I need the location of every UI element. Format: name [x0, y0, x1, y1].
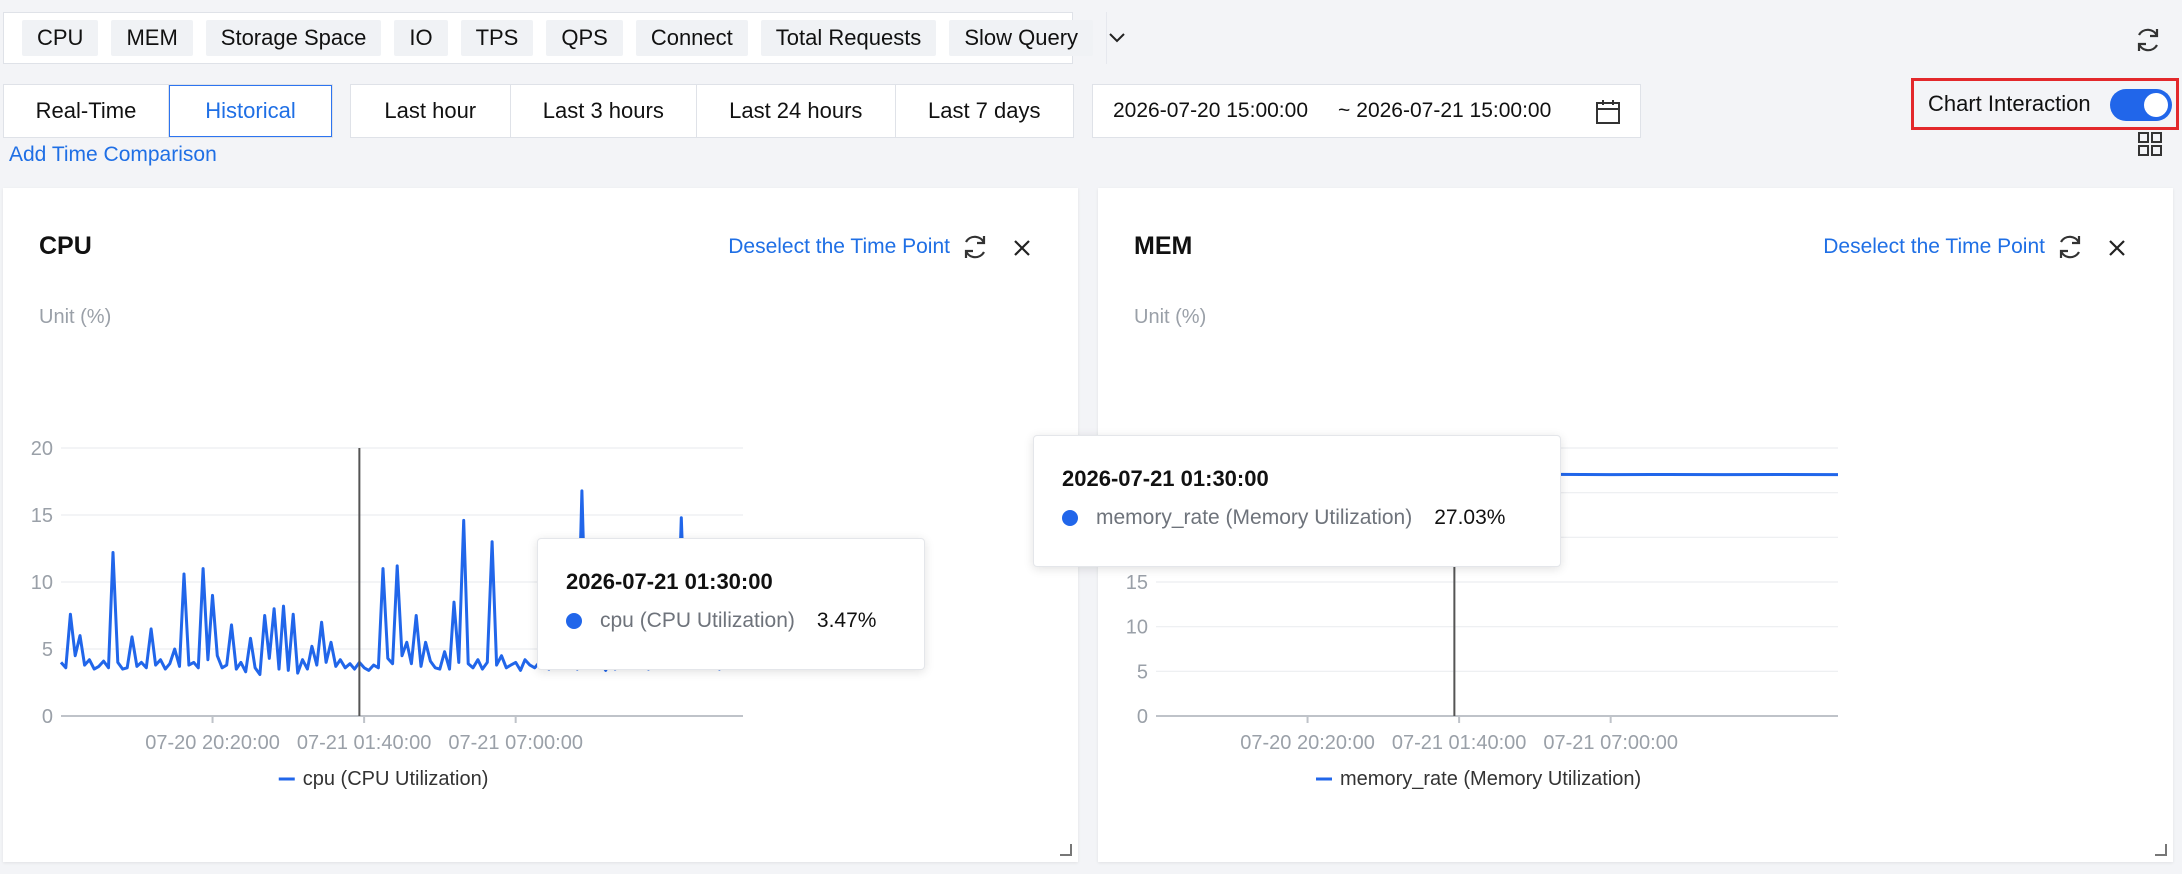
- metric-tab-bar: CPU MEM Storage Space IO TPS QPS Connect Total …: [3, 12, 1125, 64]
- range-last-24-hours[interactable]: Last 24 hours: [697, 85, 896, 137]
- mode-historical[interactable]: Historical: [168, 85, 332, 137]
- calendar-icon: [1596, 100, 1620, 124]
- metric-tab-connect[interactable]: Connect: [635, 20, 748, 56]
- mem-tooltip: 2026-07-21 01:30:00 memory_rate (Memory …: [1033, 435, 1561, 567]
- chevron-down-icon: [1109, 33, 1125, 43]
- cpu-line-chart[interactable]: 0 5 10 15 20 07-20 20:20:00 07-21 01:40:00 07-2…: [3, 188, 1078, 862]
- chart-interaction-toggle[interactable]: [2110, 89, 2172, 121]
- y-tick-label: 15: [1126, 572, 1148, 594]
- metric-tab-qps[interactable]: QPS: [546, 20, 623, 56]
- mem-chart-card: MEM Deselect the Time Point Unit (%) 051…: [1033, 188, 2173, 862]
- refresh-button[interactable]: [2130, 22, 2166, 58]
- mode-realtime[interactable]: Real-Time: [4, 85, 169, 137]
- range-last-7-days[interactable]: Last 7 days: [896, 85, 1074, 137]
- add-time-comparison-link[interactable]: Add Time Comparison: [9, 143, 217, 167]
- resize-handle[interactable]: [2155, 844, 2167, 856]
- tooltip-series-name: memory_rate (Memory Utilization): [1096, 506, 1413, 529]
- chart-interaction-label: Chart Interaction: [1928, 91, 2091, 116]
- date-start: 2026-07-20 15:00:00: [1113, 99, 1308, 122]
- x-tick-label: 07-20 20:20:00: [1240, 732, 1375, 754]
- tooltip-value: 3.47%: [816, 609, 877, 632]
- x-tick-label: 07-21 07:00:00: [448, 732, 583, 754]
- x-tick-label: 07-21 01:40:00: [297, 732, 432, 754]
- metric-tab-slow-query[interactable]: Slow Query: [949, 20, 1094, 56]
- cpu-tooltip: 2026-07-21 01:30:00 cpu (CPU Utilization…: [537, 538, 925, 670]
- date-range-picker[interactable]: 2026-07-20 15:00:00 ~ 2026-07-21 15:00:0…: [1092, 84, 1641, 138]
- resize-handle[interactable]: [1060, 844, 1072, 856]
- chart-interaction-control: Chart Interaction: [1911, 78, 2179, 130]
- y-tick-label: 20: [31, 438, 53, 460]
- refresh-icon: [2137, 28, 2159, 52]
- x-tick-label: 07-20 20:20:00: [145, 732, 280, 754]
- tooltip-time: 2026-07-21 01:30:00: [566, 569, 773, 594]
- legend-label: memory_rate (Memory Utilization): [1340, 768, 1641, 790]
- metric-tab-tps[interactable]: TPS: [460, 20, 534, 56]
- x-tick-label: 07-21 07:00:00: [1543, 732, 1678, 754]
- y-tick-label: 5: [1137, 661, 1148, 683]
- date-end: 2026-07-21 15:00:00: [1356, 99, 1552, 122]
- y-tick-label: 10: [1126, 617, 1148, 639]
- series-dot-icon: [566, 613, 582, 629]
- x-tick-label: 07-21 01:40:00: [1392, 732, 1527, 754]
- y-tick-label: 15: [31, 505, 53, 527]
- series-dot-icon: [1062, 510, 1078, 526]
- metric-tab-cpu[interactable]: CPU: [22, 20, 99, 56]
- y-tick-label: 0: [42, 706, 53, 728]
- date-separator: ~: [1338, 99, 1351, 122]
- range-last-hour[interactable]: Last hour: [351, 85, 511, 137]
- y-tick-label: 0: [1137, 706, 1148, 728]
- grid-icon[interactable]: [2136, 130, 2164, 158]
- metric-tab-mem[interactable]: MEM: [111, 20, 193, 56]
- legend-label: cpu (CPU Utilization): [303, 768, 489, 790]
- metric-tab-storage-space[interactable]: Storage Space: [205, 20, 382, 56]
- cpu-chart-card: CPU Deselect the Time Point Unit (%) 051…: [3, 188, 1078, 862]
- range-last-3-hours[interactable]: Last 3 hours: [511, 85, 698, 137]
- tooltip-time: 2026-07-21 01:30:00: [1062, 466, 1269, 491]
- y-tick-label: 10: [31, 572, 53, 594]
- tooltip-value: 27.03%: [1434, 506, 1506, 529]
- y-tick-label: 5: [42, 639, 53, 661]
- tooltip-series-name: cpu (CPU Utilization): [600, 609, 795, 632]
- metric-tab-total-requests[interactable]: Total Requests: [760, 20, 937, 56]
- range-switch: Last hour Last 3 hours Last 24 hours Las…: [350, 84, 1074, 138]
- more-metrics-button[interactable]: [1106, 12, 1127, 64]
- mode-switch: Real-Time Historical: [3, 84, 333, 138]
- metric-tab-io[interactable]: IO: [394, 20, 448, 56]
